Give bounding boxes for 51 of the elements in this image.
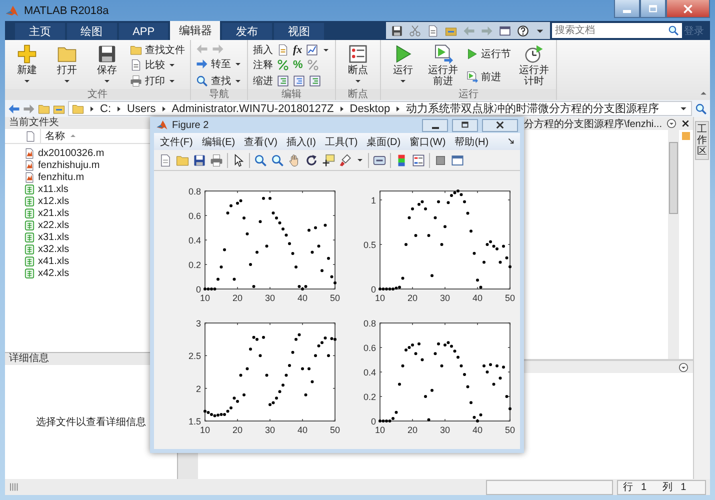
x-tick-label: 40 [298, 425, 308, 435]
y-tick-label: 1.5 [188, 416, 201, 426]
x-tick-label: 30 [440, 293, 450, 303]
x-tick-label: 10 [375, 293, 385, 303]
x-tick-label: 50 [505, 425, 515, 435]
x-tick-label: 10 [200, 293, 210, 303]
x-tick-label: 40 [298, 293, 308, 303]
column-label: 列 [662, 481, 673, 494]
x-tick-label: 50 [330, 425, 340, 435]
x-tick-label: 40 [472, 293, 482, 303]
y-tick-label: 1 [370, 195, 376, 206]
x-tick-label: 20 [408, 293, 418, 303]
y-tick-label: 0.2 [188, 260, 201, 270]
y-tick-label: 0.6 [363, 343, 376, 353]
x-tick-label: 50 [330, 293, 340, 303]
edit-row-label: 注释 [253, 58, 273, 72]
group-caption: 文件 [5, 89, 190, 100]
y-tick-label: 0.8 [188, 186, 201, 196]
y-tick-label: 2 [196, 384, 201, 394]
x-tick-label: 40 [472, 425, 482, 435]
x-tick-label: 30 [265, 425, 275, 435]
y-tick-label: 0.5 [363, 240, 376, 250]
row-number: 1 [641, 482, 647, 492]
x-tick-label: 20 [232, 425, 242, 435]
details-message: 选择文件以查看详细信息 [36, 416, 146, 429]
x-tick-label: 20 [408, 425, 418, 435]
y-tick-label: 0.8 [363, 318, 376, 328]
group-caption: 运行 [381, 89, 556, 100]
x-tick-label: 10 [200, 425, 210, 435]
group-caption: 导航 [191, 89, 247, 100]
x-tick-label: 30 [440, 425, 450, 435]
y-tick-label: 0 [370, 284, 376, 294]
group-caption: 断点 [336, 89, 380, 100]
x-tick-label: 10 [375, 425, 385, 435]
window-title: MATLAB R2018a [24, 4, 109, 16]
y-tick-label: 0.2 [363, 392, 376, 402]
column-number: 1 [680, 482, 686, 492]
group-caption: 编辑 [248, 89, 336, 100]
x-tick-label: 30 [265, 293, 275, 303]
x-tick-label: 50 [505, 293, 515, 303]
y-tick-label: 0 [196, 284, 201, 294]
y-tick-label: 3 [196, 318, 201, 328]
row-label: 行 [623, 481, 633, 494]
y-tick-label: 0.6 [188, 211, 201, 221]
y-tick-label: 0.4 [363, 368, 376, 378]
edit-row-label: 缩进 [253, 74, 273, 88]
edit-row-label: 插入 [253, 44, 273, 57]
y-tick-label: 0 [370, 416, 376, 426]
y-tick-label: 2.5 [188, 351, 201, 362]
x-tick-label: 20 [232, 293, 242, 303]
y-tick-label: 0.4 [188, 236, 201, 246]
